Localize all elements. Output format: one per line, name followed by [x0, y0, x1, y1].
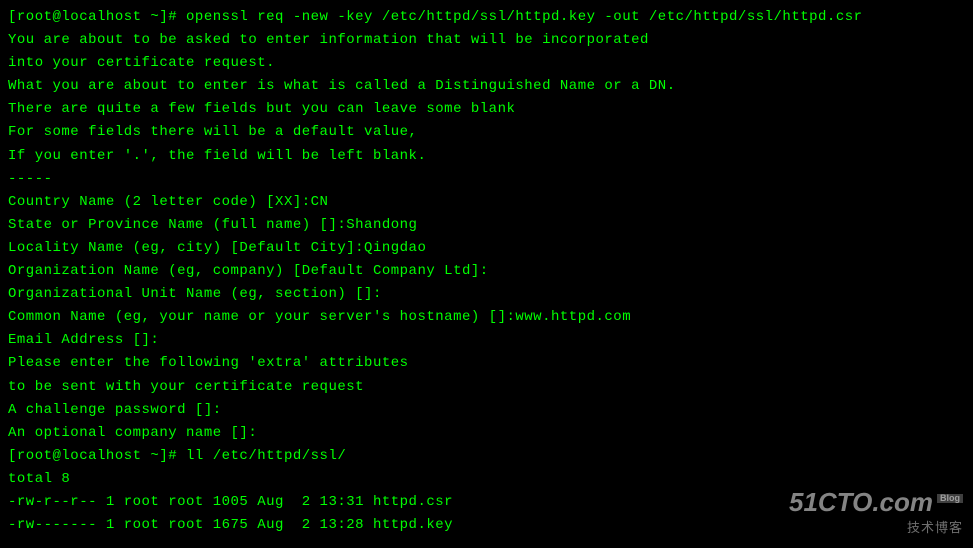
input-state-name: State or Province Name (full name) []:Sh… [8, 214, 965, 237]
input-country-name: Country Name (2 letter code) [XX]:CN [8, 191, 965, 214]
output-line: to be sent with your certificate request [8, 376, 965, 399]
output-line: For some fields there will be a default … [8, 121, 965, 144]
terminal-output[interactable]: [root@localhost ~]# openssl req -new -ke… [8, 6, 965, 537]
output-line: into your certificate request. [8, 52, 965, 75]
input-organization-name: Organization Name (eg, company) [Default… [8, 260, 965, 283]
watermark: 51CTO.comBlog 技术博客 [789, 489, 963, 538]
input-locality-name: Locality Name (eg, city) [Default City]:… [8, 237, 965, 260]
input-challenge-password: A challenge password []: [8, 399, 965, 422]
output-line: You are about to be asked to enter infor… [8, 29, 965, 52]
output-line: There are quite a few fields but you can… [8, 98, 965, 121]
output-line: ----- [8, 168, 965, 191]
output-line: If you enter '.', the field will be left… [8, 145, 965, 168]
prompt-line-ll: [root@localhost ~]# ll /etc/httpd/ssl/ [8, 445, 965, 468]
input-email-address: Email Address []: [8, 329, 965, 352]
output-line: What you are about to enter is what is c… [8, 75, 965, 98]
watermark-main-text: 51CTO.comBlog [789, 489, 963, 515]
watermark-blog-badge: Blog [937, 494, 963, 503]
input-organizational-unit: Organizational Unit Name (eg, section) [… [8, 283, 965, 306]
output-line: Please enter the following 'extra' attri… [8, 352, 965, 375]
prompt-line-openssl: [root@localhost ~]# openssl req -new -ke… [8, 6, 965, 29]
watermark-sub-text: 技术博客 [789, 517, 963, 538]
input-common-name: Common Name (eg, your name or your serve… [8, 306, 965, 329]
input-company-name: An optional company name []: [8, 422, 965, 445]
